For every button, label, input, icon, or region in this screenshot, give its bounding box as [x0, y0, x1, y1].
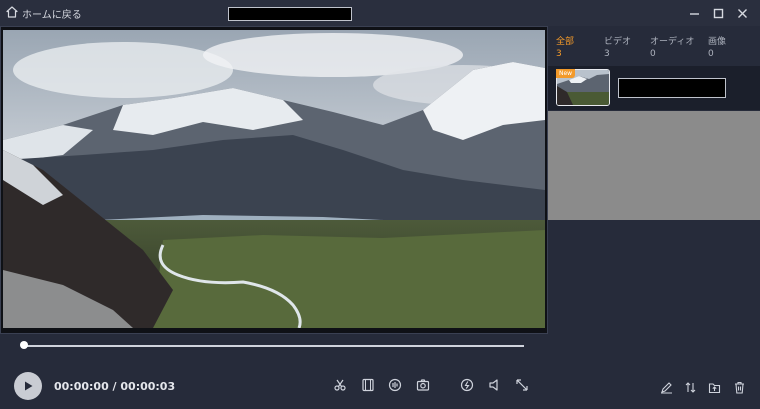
film-button[interactable] [360, 378, 376, 394]
film-icon [361, 377, 375, 396]
tab-image-label: 画像 [708, 37, 727, 47]
volume-icon [488, 377, 502, 396]
minimize-icon [689, 4, 700, 23]
tab-all-label: 全部 [556, 37, 575, 47]
trash-icon [733, 379, 746, 398]
close-button[interactable] [734, 5, 750, 21]
back-to-home-label: ホームに戻る [22, 9, 82, 21]
back-to-home-button[interactable]: ホームに戻る [6, 5, 82, 21]
speed-icon [460, 377, 474, 396]
progress-track[interactable] [22, 345, 524, 347]
rename-icon [660, 379, 673, 398]
fullscreen-icon [515, 377, 529, 396]
redacted-window-title [228, 7, 352, 21]
tab-audio[interactable]: オーディオ 0 [650, 36, 708, 60]
maximize-button[interactable] [710, 5, 726, 21]
speed-button[interactable] [459, 378, 475, 394]
rename-button[interactable] [658, 380, 674, 396]
delete-button[interactable] [731, 380, 747, 396]
tab-image-count: 0 [708, 49, 714, 59]
home-icon [6, 5, 18, 21]
progress-handle[interactable] [20, 341, 28, 349]
audio-button[interactable] [387, 378, 403, 394]
volume-button[interactable] [487, 378, 503, 394]
time-display: 00:00:00 / 00:00:03 [54, 380, 176, 393]
media-filter-tabs: 全部 3 ビデオ 3 オーディオ 0 画像 0 [556, 36, 748, 60]
media-list-item[interactable]: New [548, 66, 760, 110]
tab-video-label: ビデオ [604, 37, 632, 47]
cut-button[interactable] [332, 378, 348, 394]
video-frame [3, 30, 545, 328]
camera-icon [416, 377, 430, 396]
play-icon [22, 377, 34, 396]
title-bar: ホームに戻る [0, 0, 760, 26]
play-button[interactable] [14, 372, 42, 400]
close-icon [737, 4, 748, 23]
sort-icon [684, 379, 697, 398]
audio-icon [388, 377, 402, 396]
new-badge: New [556, 69, 576, 78]
empty-preview-area [548, 111, 760, 220]
snapshot-button[interactable] [415, 378, 431, 394]
export-icon [708, 379, 721, 398]
tab-all-count: 3 [556, 49, 562, 59]
export-button[interactable] [706, 380, 722, 396]
tab-video-count: 3 [604, 49, 610, 59]
sort-button[interactable] [682, 380, 698, 396]
tab-audio-label: オーディオ [650, 37, 695, 47]
maximize-icon [713, 4, 724, 23]
tab-video[interactable]: ビデオ 3 [604, 36, 650, 60]
video-player[interactable] [0, 26, 548, 334]
tab-image[interactable]: 画像 0 [708, 36, 748, 60]
tab-audio-count: 0 [650, 49, 656, 59]
scissors-icon [333, 377, 347, 396]
minimize-button[interactable] [686, 5, 702, 21]
media-panel: 全部 3 ビデオ 3 オーディオ 0 画像 0 New [548, 26, 760, 409]
fullscreen-button[interactable] [514, 378, 530, 394]
redacted-media-name [618, 78, 726, 98]
tab-all[interactable]: 全部 3 [556, 36, 604, 60]
